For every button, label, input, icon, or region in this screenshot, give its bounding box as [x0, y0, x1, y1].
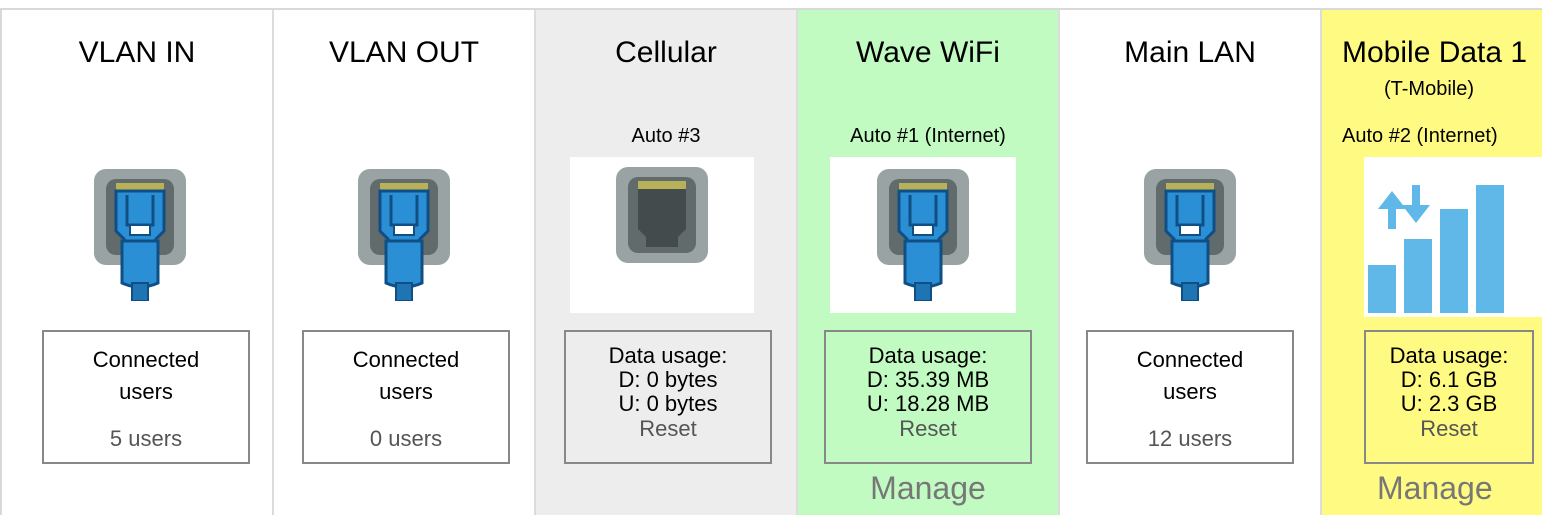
users-count: 5 users	[109, 426, 183, 451]
interface-main-lan[interactable]: Main LAN Connected users 12 users	[1060, 10, 1322, 515]
reset-link[interactable]: Reset	[826, 416, 1030, 442]
reset-link[interactable]: Reset	[566, 416, 770, 442]
usage-title: Data usage:	[1389, 343, 1509, 368]
stat-label: Connected	[352, 347, 460, 372]
connected-users-box: Connected users 0 users	[302, 330, 510, 464]
interface-vlan-out[interactable]: VLAN OUT Connected users 0 users	[274, 10, 536, 515]
download-usage: D: 0 bytes	[618, 367, 718, 392]
priority-status: Auto #3	[631, 125, 701, 147]
stat-label: users	[1163, 379, 1217, 404]
ethernet-connected-icon	[830, 157, 1016, 313]
stat-label: users	[119, 379, 173, 404]
upload-usage: U: 2.3 GB	[1400, 391, 1498, 416]
users-count: 0 users	[369, 426, 443, 451]
interface-wave-wifi[interactable]: Wave WiFi Auto #1 (Internet) Data usage:…	[798, 10, 1060, 515]
stat-label: Connected	[92, 347, 200, 372]
ethernet-port-empty-icon	[570, 157, 754, 313]
interface-mobile-data-1[interactable]: Mobile Data 1 (T-Mobile) Auto #2 (Intern…	[1322, 10, 1542, 515]
stat-label: Connected	[1136, 347, 1244, 372]
interface-cellular[interactable]: Cellular Auto #3 Data usage: D: 0 bytes …	[536, 10, 798, 515]
upload-usage: U: 18.28 MB	[866, 391, 990, 416]
priority-status: Auto #2 (Internet)	[1342, 125, 1498, 147]
interface-name: Mobile Data 1	[1342, 36, 1528, 69]
data-usage-box: Data usage: D: 6.1 GB U: 2.3 GB Reset	[1364, 330, 1534, 464]
priority-status: Auto #1 (Internet)	[850, 125, 1006, 147]
manage-link[interactable]: Manage	[1377, 470, 1493, 507]
connected-users-box: Connected users 5 users	[42, 330, 250, 464]
connected-users-box: Connected users 12 users	[1086, 330, 1294, 464]
cellular-signal-icon	[1364, 157, 1542, 317]
carrier-name: (T-Mobile)	[1384, 78, 1475, 100]
data-usage-box: Data usage: D: 0 bytes U: 0 bytes Reset	[564, 330, 772, 464]
usage-title: Data usage:	[868, 343, 988, 368]
users-count: 12 users	[1147, 426, 1233, 451]
ethernet-connected-icon	[354, 165, 454, 306]
usage-title: Data usage:	[608, 343, 728, 368]
interface-name: VLAN IN	[78, 36, 196, 69]
stat-label: users	[379, 379, 433, 404]
interface-name: VLAN OUT	[328, 36, 480, 69]
interface-vlan-in[interactable]: VLAN IN Connected users 5 users	[2, 10, 274, 515]
data-usage-box: Data usage: D: 35.39 MB U: 18.28 MB Rese…	[824, 330, 1032, 464]
interface-name: Cellular	[615, 36, 717, 69]
ethernet-connected-icon	[90, 165, 190, 306]
download-usage: D: 6.1 GB	[1400, 367, 1498, 392]
interface-name: Wave WiFi	[856, 36, 1000, 69]
upload-usage: U: 0 bytes	[618, 391, 718, 416]
ethernet-connected-icon	[1140, 165, 1240, 306]
reset-link[interactable]: Reset	[1366, 416, 1532, 442]
interface-name: Main LAN	[1124, 36, 1256, 69]
manage-link[interactable]: Manage	[798, 470, 1058, 507]
download-usage: D: 35.39 MB	[866, 367, 990, 392]
